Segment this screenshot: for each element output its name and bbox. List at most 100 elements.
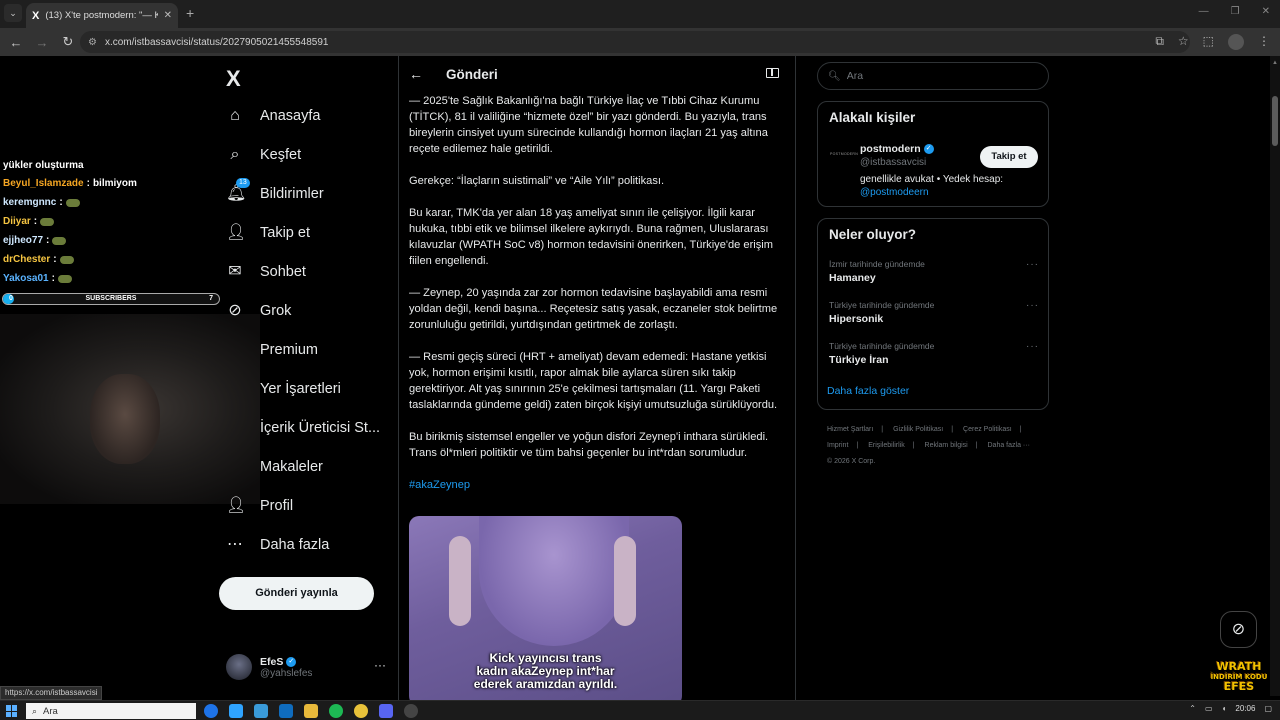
account-more-icon[interactable]: ···	[374, 658, 386, 672]
nav-item-takip-et[interactable]: 👤︎ Takip et	[226, 220, 310, 246]
trend-item[interactable]: İzmir tarihinde gündemde Hamaney ···	[829, 259, 1039, 284]
more-circle-icon: ⋯	[227, 536, 243, 553]
nav-item-yer-i-şaretleri[interactable]: Yer İşaretleri	[226, 376, 341, 402]
footer-link[interactable]: Hizmet Şartları	[827, 426, 873, 433]
trend-name: Hamaney	[829, 272, 876, 284]
hashtag-link[interactable]: #akaZeynep	[409, 479, 470, 491]
chat-separator: :	[59, 197, 63, 208]
scroll-up-icon[interactable]: ▲	[1272, 60, 1278, 66]
minimize-icon[interactable]: —	[1199, 6, 1209, 17]
person-name: postmodern	[860, 143, 921, 155]
footer-link[interactable]: Daha fazla ···	[988, 442, 1030, 449]
taskbar-search[interactable]: ⌕ Ara	[26, 703, 196, 719]
network-icon[interactable]: ▭	[1205, 704, 1213, 713]
address-bar: ← → ↻ ⚙ x.com/istbassavcisi/status/20279…	[0, 28, 1280, 56]
site-info-icon[interactable]: ⚙	[88, 37, 97, 48]
new-tab-button[interactable]: +	[186, 5, 194, 21]
outlook-icon[interactable]	[279, 704, 293, 718]
subscribers-goal: 7	[209, 295, 213, 302]
nav-item-anasayfa[interactable]: ⌂ Anasayfa	[226, 103, 320, 129]
chat-message: Beyul_Islamzade: bilmiyom	[3, 178, 137, 189]
nav-item-profil[interactable]: 👤︎ Profil	[226, 493, 293, 519]
x-logo-icon[interactable]: X	[226, 66, 241, 92]
trend-more-icon[interactable]: ···	[1026, 259, 1039, 270]
footer-separator: |	[975, 442, 978, 449]
url-field[interactable]: ⚙ x.com/istbassavcisi/status/20279050214…	[80, 31, 1190, 53]
trend-meta: Türkiye tarihinde gündemde	[829, 341, 935, 351]
chat-message: Yakosa01:	[3, 273, 72, 284]
subscribers-label: SUBSCRIBERS	[85, 295, 137, 302]
edge-icon[interactable]	[204, 704, 218, 718]
search-box[interactable]: 🔍︎	[817, 62, 1049, 90]
post-button[interactable]: Gönderi yayınla	[219, 577, 374, 610]
nav-item-keşfet[interactable]: ⌕ Keşfet	[226, 142, 302, 168]
profile-avatar[interactable]	[1228, 34, 1244, 50]
nav-item-i-çerik-üreticisi-st-[interactable]: İçerik Üreticisi St...	[226, 415, 380, 441]
reload-icon[interactable]: ↻	[58, 34, 78, 50]
reader-mode-icon[interactable]	[766, 68, 779, 78]
trend-item[interactable]: Türkiye tarihinde gündemde Türkiye İran …	[829, 341, 1039, 366]
tab-title: (13) X'te postmodern: "— Kick yayın	[45, 10, 157, 21]
nav-item-daha-fazla[interactable]: ⋯ Daha fazla	[226, 532, 329, 558]
windows-start-icon[interactable]	[6, 705, 18, 717]
notification-icon[interactable]: ▢	[1264, 704, 1272, 713]
person-bio-link[interactable]: @postmodeern	[860, 187, 929, 198]
person-name-row[interactable]: postmodern ✓	[860, 143, 934, 155]
search-input[interactable]	[846, 70, 1027, 82]
footer-link[interactable]: Erişilebilirlik	[868, 442, 905, 449]
footer-link[interactable]: Çerez Politikası	[963, 426, 1012, 433]
tab-list-button[interactable]: ⌄	[4, 4, 22, 22]
follow-button[interactable]: Takip et	[980, 146, 1038, 168]
chat-emote-icon	[52, 236, 67, 245]
post-image[interactable]: Kick yayıncısı trans kadın akaZeynep int…	[409, 516, 682, 700]
restore-icon[interactable]: ❐	[1231, 6, 1240, 17]
show-more-link[interactable]: Daha fazla göster	[827, 385, 909, 397]
close-tab-icon[interactable]: ✕	[164, 10, 172, 21]
volume-icon[interactable]: ◖	[1222, 704, 1227, 713]
trend-more-icon[interactable]: ···	[1026, 341, 1039, 352]
store-icon[interactable]	[254, 704, 268, 718]
footer-link[interactable]: Reklam bilgisi	[925, 442, 968, 449]
trend-more-icon[interactable]: ···	[1026, 300, 1039, 311]
install-app-icon[interactable]: ⧉	[1155, 34, 1164, 50]
footer-link[interactable]: Imprint	[827, 442, 848, 449]
nav-item-makaleler[interactable]: Makaleler	[226, 454, 323, 480]
tray-chevron-icon[interactable]: ⌃	[1189, 704, 1196, 713]
nav-item-premium[interactable]: Premium	[226, 337, 318, 363]
back-arrow-icon[interactable]: ←	[409, 66, 423, 82]
browser-tab[interactable]: X (13) X'te postmodern: "— Kick yayın ✕	[26, 3, 178, 28]
trend-item[interactable]: Türkiye tarihinde gündemde Hipersonik ··…	[829, 300, 1039, 325]
nav-item-label: Makaleler	[260, 459, 323, 475]
grok-floating-button[interactable]: ⊘	[1220, 611, 1257, 648]
stream-overlay: yükler oluşturma Beyul_Islamzade: bilmiyo…	[0, 56, 260, 696]
copilot-icon[interactable]	[229, 704, 243, 718]
promo-line: WRATH	[1216, 660, 1262, 673]
extensions-icon[interactable]: ⬚	[1203, 34, 1214, 50]
page-scrollbar[interactable]: ▲	[1270, 56, 1280, 696]
footer-link[interactable]: Gizlilik Politikası	[893, 426, 943, 433]
chat-username: Yakosa01	[3, 273, 49, 284]
account-switcher[interactable]: EfeS ✓ @yahslefes ···	[226, 654, 386, 680]
windows-taskbar: ⌕ Ara ⌃ ▭ ◖ 20:06 ▢	[0, 700, 1280, 720]
forward-icon[interactable]: →	[32, 35, 52, 50]
chat-emote-icon	[40, 217, 55, 226]
back-icon[interactable]: ←	[6, 35, 26, 50]
spotify-icon[interactable]	[329, 704, 343, 718]
media-figure	[479, 516, 629, 646]
scrollbar-thumb[interactable]	[1272, 96, 1278, 146]
chrome-icon[interactable]	[354, 704, 368, 718]
browser-menu-icon[interactable]: ⋮	[1258, 34, 1270, 50]
nav-item-bildirimler[interactable]: 🔔︎ 13 Bildirimler	[226, 178, 324, 207]
related-people-title: Alakalı kişiler	[829, 110, 916, 125]
nav-item-grok[interactable]: ⊘ Grok	[226, 298, 291, 324]
close-window-icon[interactable]: ✕	[1262, 6, 1270, 17]
person-avatar-logo[interactable]: POSTMODERN	[830, 152, 858, 162]
footer-separator: |	[1019, 426, 1022, 433]
bookmark-star-icon[interactable]: ☆	[1178, 34, 1189, 50]
file-explorer-icon[interactable]	[304, 704, 318, 718]
clock[interactable]: 20:06	[1235, 704, 1255, 713]
chat-separator: :	[86, 178, 90, 189]
obs-icon[interactable]	[404, 704, 418, 718]
discord-icon[interactable]	[379, 704, 393, 718]
nav-item-sohbet[interactable]: ✉ Sohbet	[226, 259, 306, 285]
